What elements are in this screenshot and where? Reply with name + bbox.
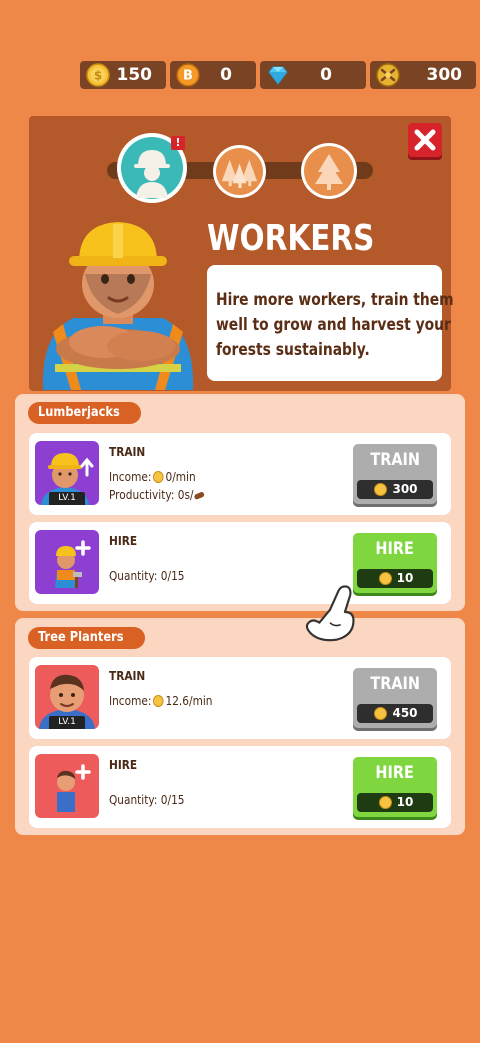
section-tag-tree-planters: Tree Planters [28,627,146,649]
coin-value: 150 [116,65,153,85]
log-icon [194,491,205,499]
hire-cost: 10 [357,569,433,588]
level-badge: LV.1 [49,716,85,729]
hire-button[interactable]: HIRE 10 [353,533,437,593]
bitcoin-counter: B 0 [170,61,256,89]
close-icon [414,129,436,151]
income-line: Income: 0/min [109,470,196,484]
card-title: HIRE [109,758,138,772]
coin-icon [153,471,164,483]
lumberjack-avatar: LV.1 [35,441,99,505]
planter-train-card: LV.1 TRAIN Income: 12.6/min TRAIN 450 [29,657,451,739]
svg-text:B: B [183,69,193,84]
token-value: 300 [426,65,463,85]
quantity-line: Quantity: 0/15 [109,793,185,807]
hire-planter-icon [57,764,91,812]
coin-counter: $ 150 [80,61,166,89]
coin-icon [374,483,388,496]
coin-icon: $ [86,63,110,87]
train-button[interactable]: TRAIN 300 [353,444,437,504]
level-badge: LV.1 [49,492,85,505]
lumberjack-train-card: LV.1 TRAIN Income: 0/min Productivity: 0s… [29,433,451,515]
bitcoin-value: 0 [220,65,232,85]
gem-value: 0 [320,65,332,85]
planter-hire-card: HIRE Quantity: 0/15 HIRE 10 [29,746,451,828]
lumberjack-hire-avatar [35,530,99,594]
tab-forest-large[interactable] [301,143,357,199]
pointer-hand-icon [305,585,355,642]
trees-icon [221,159,258,189]
train-button[interactable]: TRAIN 450 [353,668,437,728]
bitcoin-icon: B [176,63,200,87]
quantity-line: Quantity: 0/15 [109,569,185,583]
income-line: Income: 12.6/min [109,694,213,708]
description-bubble: Hire more workers, train them well to gr… [207,265,454,381]
train-cost: 450 [357,704,433,723]
planter-avatar: LV.1 [35,665,99,729]
worker-character [42,222,194,390]
coin-icon [153,695,164,707]
token-counter: 300 [370,61,476,89]
coin-icon [378,572,392,585]
coin-icon [374,707,388,720]
token-icon [376,63,400,87]
panel-title: WORKERS [207,218,375,259]
diamond-icon [268,66,288,85]
card-title: TRAIN [109,669,146,683]
planter-hire-avatar [35,754,99,818]
section-tag-lumberjacks: Lumberjacks [28,402,141,424]
lumberjack-hire-card: HIRE Quantity: 0/15 HIRE 10 [29,522,451,604]
gem-counter: 0 [260,61,366,89]
svg-text:$: $ [94,69,102,83]
close-button[interactable] [408,123,442,157]
hire-button[interactable]: HIRE 10 [353,757,437,817]
hire-lumberjack-icon [55,540,91,588]
card-title: TRAIN [109,445,146,459]
alert-badge: ! [171,136,185,150]
tree-icon [315,154,343,190]
card-title: HIRE [109,534,138,548]
hire-cost: 10 [357,793,433,812]
description-text: Hire more workers, train them well to gr… [216,290,454,359]
tab-forest-small[interactable] [213,145,266,198]
train-cost: 300 [357,480,433,499]
productivity-line: Productivity: 0s/ [109,488,206,502]
coin-icon [378,796,392,809]
